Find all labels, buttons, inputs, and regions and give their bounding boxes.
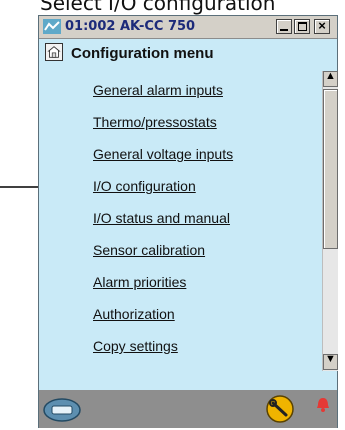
menu-item-thermo-pressostats[interactable]: Thermo/pressostats — [93, 114, 217, 130]
device-icon[interactable] — [42, 397, 82, 423]
app-window: 01:002 AK-CC 750 × Configuration menu Ge… — [38, 15, 338, 428]
menu-item-authorization[interactable]: Authorization — [93, 306, 175, 322]
title-bar: 01:002 AK-CC 750 × — [39, 16, 337, 39]
page-header: Configuration menu — [39, 39, 337, 67]
close-icon: × — [318, 18, 326, 33]
footer-bar — [39, 390, 337, 428]
menu-item-io-status-and-manual[interactable]: I/O status and manual — [93, 210, 230, 226]
app-icon — [43, 19, 61, 34]
alarm-bell-icon[interactable] — [313, 395, 333, 415]
window-title: 01:002 AK-CC 750 — [65, 19, 196, 34]
wrench-icon[interactable] — [263, 394, 297, 424]
minimize-button[interactable] — [276, 19, 292, 34]
vertical-scrollbar[interactable]: ▲ ▼ — [322, 70, 338, 371]
menu-item-alarm-priorities[interactable]: Alarm priorities — [93, 274, 186, 290]
maximize-button[interactable] — [294, 19, 310, 34]
scroll-up-button[interactable]: ▲ — [323, 70, 338, 87]
menu-item-general-voltage-inputs[interactable]: General voltage inputs — [93, 146, 233, 162]
scroll-thumb[interactable] — [323, 89, 338, 249]
chevron-down-icon: ▼ — [325, 353, 336, 365]
menu-item-copy-settings[interactable]: Copy settings — [93, 338, 178, 354]
menu-item-sensor-calibration[interactable]: Sensor calibration — [93, 242, 205, 258]
menu-item-general-alarm-inputs[interactable]: General alarm inputs — [93, 82, 223, 98]
instruction-text: Select I/O configuration — [40, 0, 276, 15]
scroll-down-button[interactable]: ▼ — [323, 353, 338, 370]
page-title: Configuration menu — [71, 45, 214, 62]
chevron-up-icon: ▲ — [325, 70, 336, 82]
home-icon[interactable] — [45, 43, 63, 61]
close-button[interactable]: × — [314, 18, 330, 34]
menu-item-io-configuration[interactable]: I/O configuration — [93, 178, 196, 194]
